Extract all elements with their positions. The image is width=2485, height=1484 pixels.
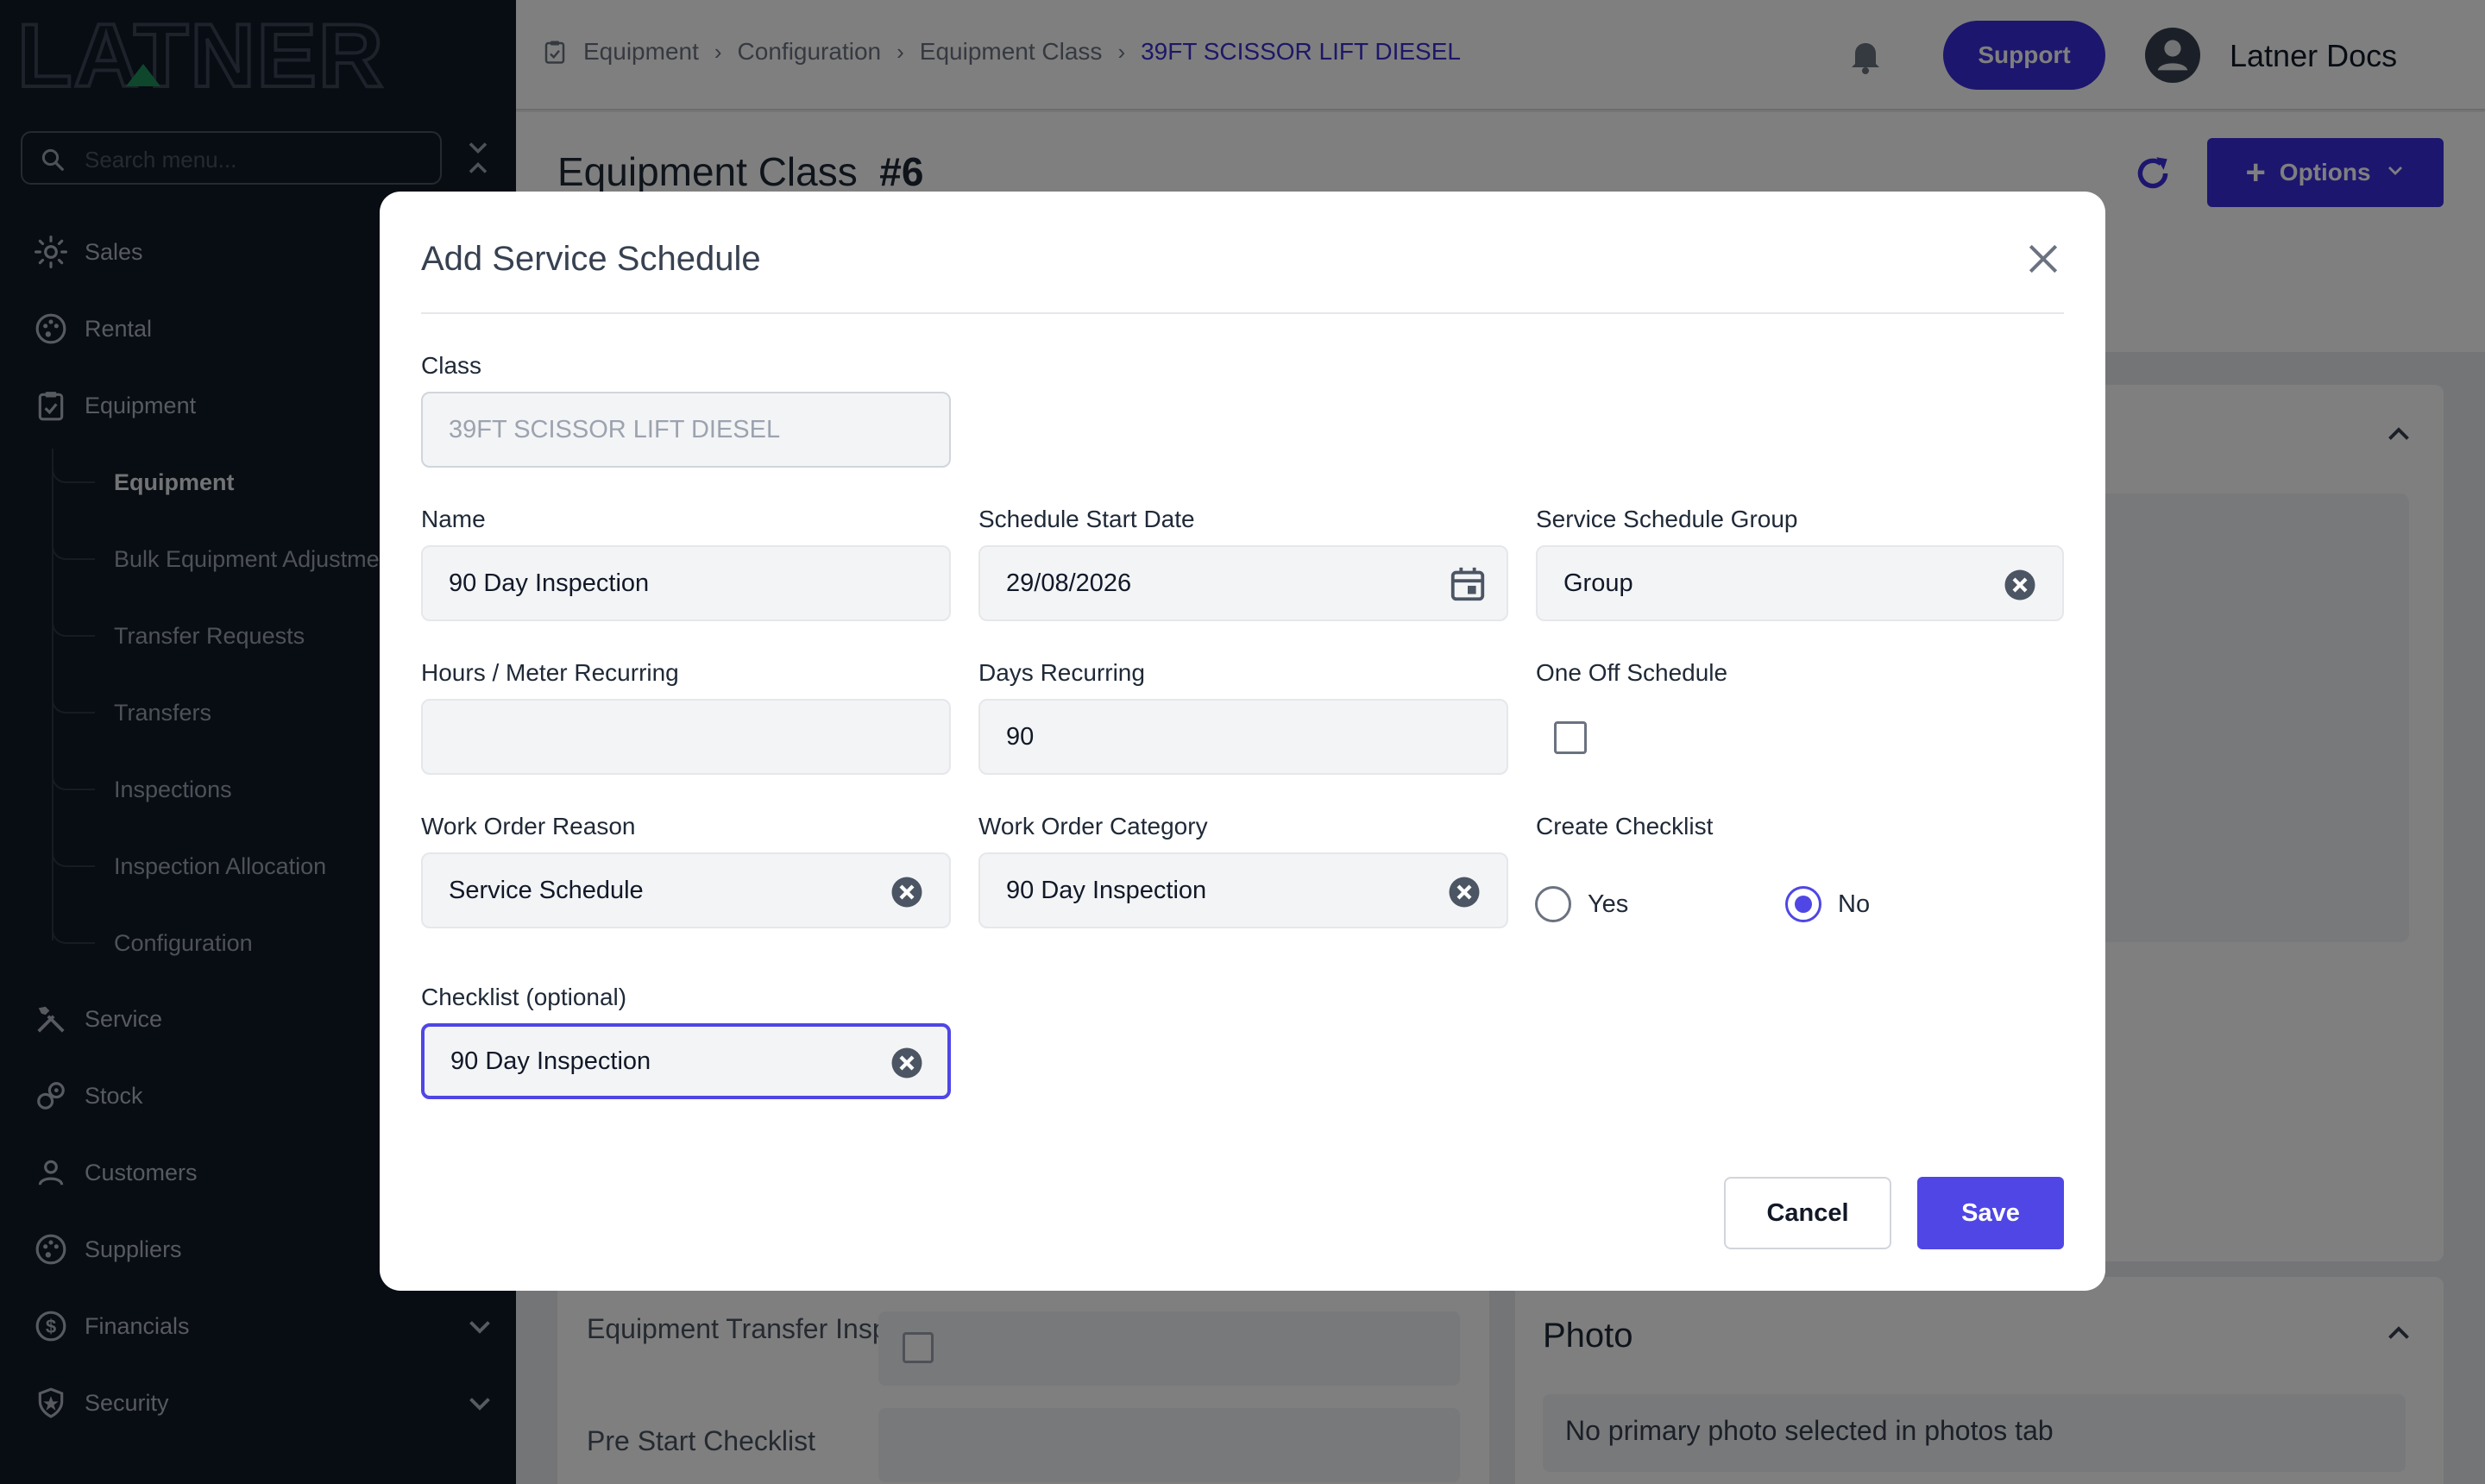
clear-icon[interactable] [889,1045,925,1081]
name-value: 90 Day Inspection [449,569,650,597]
start-date-label: Schedule Start Date [978,506,1195,532]
wo-category-value: 90 Day Inspection [1006,876,1207,904]
clear-icon[interactable] [1446,874,1482,910]
start-date-value: 29/08/2026 [1006,569,1132,597]
create-checklist-yes-radio[interactable] [1535,886,1571,922]
group-label: Service Schedule Group [1536,506,1798,532]
start-date-field[interactable]: 29/08/2026 [978,545,1508,621]
checklist-value: 90 Day Inspection [450,1047,651,1075]
add-service-schedule-modal: Add Service Schedule Class 39FT SCISSOR … [380,192,2105,1291]
name-label: Name [421,506,486,532]
create-checklist-label: Create Checklist [1536,813,1714,839]
wo-reason-select[interactable]: Service Schedule [421,852,951,928]
days-field[interactable]: 90 [978,699,1508,775]
hours-label: Hours / Meter Recurring [421,659,679,686]
create-checklist-no-label[interactable]: No [1838,890,1870,919]
group-select[interactable]: Group [1536,545,2064,621]
checklist-select[interactable]: 90 Day Inspection [421,1023,951,1099]
divider [421,312,2064,314]
clear-icon[interactable] [2002,567,2038,603]
save-button[interactable]: Save [1917,1177,2064,1249]
wo-category-select[interactable]: 90 Day Inspection [978,852,1508,928]
one-off-label: One Off Schedule [1536,659,1728,686]
clear-icon[interactable] [889,874,925,910]
modal-title: Add Service Schedule [421,240,761,278]
create-checklist-no-radio[interactable] [1785,886,1821,922]
class-field: 39FT SCISSOR LIFT DIESEL [421,392,951,468]
cancel-button[interactable]: Cancel [1724,1177,1891,1249]
wo-reason-label: Work Order Reason [421,813,636,839]
hours-field[interactable] [421,699,951,775]
class-label: Class [421,352,482,379]
name-field[interactable]: 90 Day Inspection [421,545,951,621]
wo-category-label: Work Order Category [978,813,1208,839]
calendar-icon[interactable] [1448,564,1488,604]
days-value: 90 [1006,722,1035,751]
one-off-checkbox[interactable] [1554,721,1587,754]
group-value: Group [1563,569,1633,597]
wo-reason-value: Service Schedule [449,876,644,904]
checklist-label: Checklist (optional) [421,984,627,1010]
close-icon[interactable] [2024,240,2062,278]
days-label: Days Recurring [978,659,1145,686]
create-checklist-yes-label[interactable]: Yes [1588,890,1628,919]
